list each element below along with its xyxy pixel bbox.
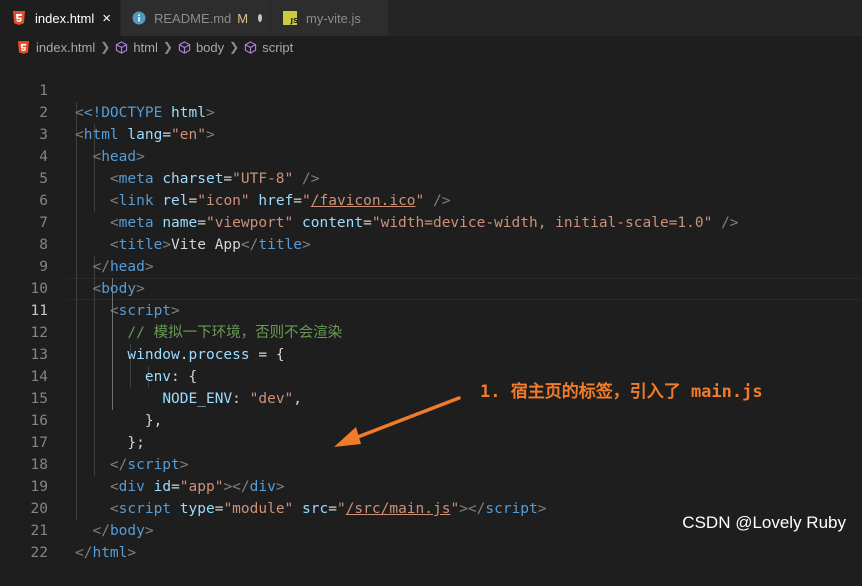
watermark: CSDN @Lovely Ruby — [682, 513, 846, 532]
tag-name: html — [92, 545, 128, 561]
line-number: 22 — [30, 545, 48, 561]
annotation-arrow-icon — [334, 396, 461, 447]
